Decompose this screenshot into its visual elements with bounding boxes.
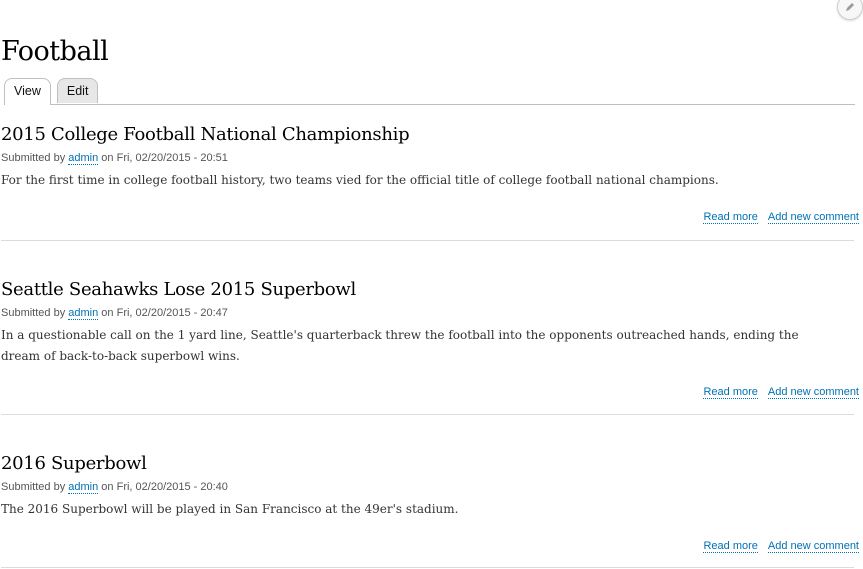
divider <box>1 240 854 241</box>
author-link[interactable]: admin <box>68 152 99 165</box>
article-title[interactable]: 2015 College Football National Champions… <box>1 124 854 145</box>
article-title[interactable]: Seattle Seahawks Lose 2015 Superbowl <box>1 279 854 300</box>
submitted-by-label: Submitted by <box>1 152 66 164</box>
article-title-text[interactable]: 2016 Superbowl <box>1 453 147 474</box>
read-more-link[interactable]: Read more <box>703 540 758 553</box>
article-1-links: Read more Add new comment <box>703 211 859 224</box>
article-meta: Submitted by admin on Fri, 02/20/2015 - … <box>1 152 854 165</box>
read-more-link[interactable]: Read more <box>703 211 758 224</box>
article-title-text[interactable]: Seattle Seahawks Lose 2015 Superbowl <box>1 279 356 300</box>
article-2: Seattle Seahawks Lose 2015 Superbowl Sub… <box>1 279 854 367</box>
article-2-links: Read more Add new comment <box>703 386 859 399</box>
add-comment-link[interactable]: Add new comment <box>767 540 859 553</box>
tabs: View Edit <box>4 78 855 105</box>
article-date: Fri, 02/20/2015 - 20:40 <box>116 481 228 493</box>
on-label: on <box>101 152 114 164</box>
submitted-by-label: Submitted by <box>1 481 66 493</box>
divider <box>1 567 854 568</box>
article-body: For the first time in college football h… <box>1 173 719 187</box>
on-label: on <box>101 307 114 319</box>
article-meta: Submitted by admin on Fri, 02/20/2015 - … <box>1 307 854 320</box>
article-body: In a questionable call on the 1 yard lin… <box>1 328 799 363</box>
article-meta: Submitted by admin on Fri, 02/20/2015 - … <box>1 481 854 494</box>
article-3: 2016 Superbowl Submitted by admin on Fri… <box>1 453 854 520</box>
tab-view[interactable]: View <box>4 78 51 105</box>
article-date: Fri, 02/20/2015 - 20:51 <box>116 152 228 164</box>
on-label: on <box>101 481 114 493</box>
article-body: The 2016 Superbowl will be played in San… <box>1 502 459 516</box>
article-title[interactable]: 2016 Superbowl <box>1 453 854 474</box>
tab-edit[interactable]: Edit <box>56 78 99 103</box>
article-title-text[interactable]: 2015 College Football National Champions… <box>1 124 410 145</box>
article-3-links: Read more Add new comment <box>703 540 859 553</box>
page-title: Football <box>1 36 109 67</box>
article-date: Fri, 02/20/2015 - 20:47 <box>116 307 228 319</box>
author-link[interactable]: admin <box>68 307 99 320</box>
divider <box>1 414 854 415</box>
article-1: 2015 College Football National Champions… <box>1 124 854 191</box>
submitted-by-label: Submitted by <box>1 307 66 319</box>
add-comment-link[interactable]: Add new comment <box>767 211 859 224</box>
read-more-link[interactable]: Read more <box>703 386 758 399</box>
author-link[interactable]: admin <box>68 481 99 494</box>
edit-pencil-button[interactable] <box>837 0 863 20</box>
pencil-icon <box>846 3 854 11</box>
add-comment-link[interactable]: Add new comment <box>767 386 859 399</box>
